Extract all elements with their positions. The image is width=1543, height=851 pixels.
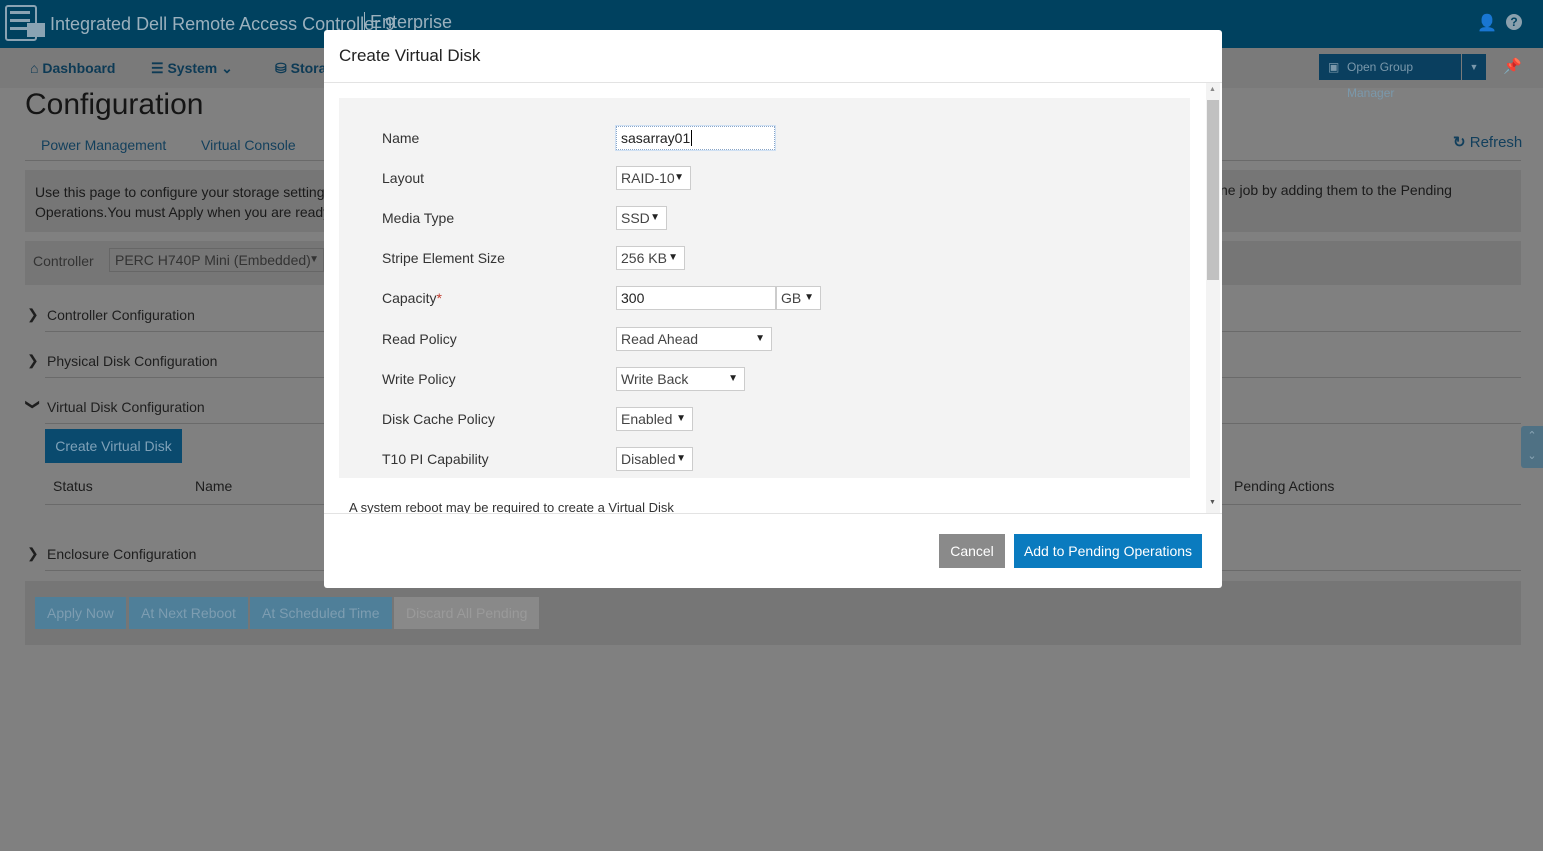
required-marker: * bbox=[436, 290, 442, 306]
scrollbar-thumb[interactable] bbox=[1207, 100, 1219, 280]
nav-storage-label: Storage bbox=[290, 60, 325, 76]
pin-icon[interactable]: 📌 bbox=[1503, 57, 1522, 75]
media-type-select[interactable]: SSD ▼ bbox=[616, 206, 667, 230]
scroll-up-icon[interactable]: ▲ bbox=[1209, 86, 1216, 93]
scroll-up-icon[interactable]: ⌃ bbox=[1521, 426, 1543, 446]
capacity-label: Capacity* bbox=[382, 290, 442, 306]
reboot-note: A system reboot may be required to creat… bbox=[349, 500, 674, 513]
disk-cache-policy-value: Enabled bbox=[621, 411, 673, 427]
tab-power-management[interactable]: Power Management bbox=[41, 137, 166, 153]
group-manager-dropdown[interactable]: ▼ bbox=[1462, 54, 1486, 80]
section-controller-configuration[interactable]: Controller Configuration bbox=[47, 307, 195, 323]
info-text-right: ne job by adding them to the Pending bbox=[1220, 182, 1452, 198]
name-input[interactable]: sasarray01 bbox=[615, 125, 776, 151]
controller-select[interactable]: PERC H740P Mini (Embedded) ▼ bbox=[109, 248, 324, 272]
at-scheduled-time-button[interactable]: At Scheduled Time bbox=[250, 597, 392, 629]
chevron-right-icon[interactable]: ❯ bbox=[27, 306, 39, 323]
disk-cache-policy-select[interactable]: Enabled ▼ bbox=[616, 407, 693, 431]
capacity-unit-select[interactable]: GB ▼ bbox=[776, 286, 821, 310]
write-policy-label: Write Policy bbox=[382, 371, 456, 387]
dialog-scrollbar[interactable]: ▲ ▼ bbox=[1206, 83, 1220, 513]
section-enclosure-configuration[interactable]: Enclosure Configuration bbox=[47, 546, 196, 562]
form-panel: Name sasarray01 Layout RAID-10 ▼ Media Ty… bbox=[339, 98, 1190, 478]
chevron-down-icon[interactable]: ❯ bbox=[24, 399, 41, 411]
stripe-size-select[interactable]: 256 KB ▼ bbox=[616, 246, 685, 270]
read-policy-value: Read Ahead bbox=[621, 331, 699, 347]
column-status: Status bbox=[53, 478, 93, 494]
idrac-logo-icon bbox=[5, 5, 45, 41]
dropdown-arrow-icon: ▼ bbox=[650, 212, 660, 223]
create-virtual-disk-dialog: Create Virtual Disk Name sasarray01 Layo… bbox=[324, 30, 1222, 588]
column-pending-actions: Pending Actions bbox=[1234, 478, 1335, 494]
dropdown-arrow-icon: ▼ bbox=[676, 413, 686, 424]
info-text-2: Operations.You must Apply when you are r… bbox=[35, 204, 331, 220]
nav-storage[interactable]: ⛁ Storage bbox=[275, 60, 325, 77]
controller-value: PERC H740P Mini (Embedded) bbox=[115, 252, 311, 268]
nav-system[interactable]: ☰ System ⌄ bbox=[151, 60, 233, 77]
at-next-reboot-button[interactable]: At Next Reboot bbox=[129, 597, 248, 629]
column-name: Name bbox=[195, 478, 233, 494]
open-group-manager-button[interactable]: ▣ Open Group Manager bbox=[1319, 54, 1461, 100]
scroll-down-icon[interactable]: ⌄ bbox=[1521, 446, 1543, 466]
create-virtual-disk-button[interactable]: Create Virtual Disk bbox=[45, 429, 182, 463]
t10-pi-value: Disabled bbox=[621, 451, 676, 467]
nav-dashboard-label: Dashboard bbox=[42, 60, 116, 76]
dropdown-arrow-icon: ▼ bbox=[676, 453, 686, 464]
nav-dashboard[interactable]: ⌂ Dashboard bbox=[30, 60, 115, 76]
open-group-manager-label: Open Group Manager bbox=[1347, 60, 1414, 100]
help-icon[interactable]: ? bbox=[1506, 14, 1522, 30]
read-policy-label: Read Policy bbox=[382, 331, 457, 347]
chevron-right-icon[interactable]: ❯ bbox=[27, 352, 39, 369]
media-type-value: SSD bbox=[621, 210, 650, 226]
layout-value: RAID-10 bbox=[621, 170, 675, 186]
add-to-pending-operations-button[interactable]: Add to Pending Operations bbox=[1014, 534, 1202, 568]
layout-select[interactable]: RAID-10 ▼ bbox=[616, 166, 691, 190]
info-text-1: Use this page to configure your storage … bbox=[35, 184, 332, 200]
name-value: sasarray01 bbox=[621, 130, 691, 146]
capacity-input[interactable]: 300 bbox=[616, 286, 776, 310]
disk-cache-policy-label: Disk Cache Policy bbox=[382, 411, 495, 427]
t10-pi-select[interactable]: Disabled ▼ bbox=[616, 447, 693, 471]
capacity-label-text: Capacity bbox=[382, 290, 437, 306]
user-icon[interactable]: 👤 bbox=[1477, 13, 1497, 33]
section-physical-disk-configuration[interactable]: Physical Disk Configuration bbox=[47, 353, 217, 369]
refresh-icon: ↻ bbox=[1453, 134, 1466, 151]
cancel-button[interactable]: Cancel bbox=[939, 534, 1005, 568]
stripe-size-value: 256 KB bbox=[621, 250, 667, 266]
dialog-title: Create Virtual Disk bbox=[339, 46, 481, 65]
apply-now-button[interactable]: Apply Now bbox=[35, 597, 126, 629]
dropdown-arrow-icon: ▼ bbox=[309, 254, 319, 265]
dropdown-arrow-icon: ▼ bbox=[804, 292, 814, 303]
dropdown-arrow-icon: ▼ bbox=[668, 252, 678, 263]
building-icon: ▣ bbox=[1328, 60, 1340, 74]
page-title: Configuration bbox=[25, 88, 204, 121]
name-label: Name bbox=[382, 130, 420, 146]
tab-virtual-console[interactable]: Virtual Console bbox=[201, 137, 296, 153]
nav-system-label: System bbox=[167, 60, 218, 76]
discard-all-pending-button[interactable]: Discard All Pending bbox=[394, 597, 540, 629]
section-virtual-disk-configuration[interactable]: Virtual Disk Configuration bbox=[47, 399, 205, 415]
refresh-button[interactable]: ↻ Refresh bbox=[1453, 133, 1522, 151]
t10-pi-label: T10 PI Capability bbox=[382, 451, 489, 467]
media-type-label: Media Type bbox=[382, 210, 455, 226]
scroll-down-icon[interactable]: ▼ bbox=[1209, 499, 1216, 506]
chevron-right-icon[interactable]: ❯ bbox=[27, 545, 39, 562]
write-policy-value: Write Back bbox=[621, 371, 689, 387]
capacity-unit-value: GB bbox=[781, 290, 802, 306]
refresh-label: Refresh bbox=[1469, 134, 1523, 151]
dropdown-arrow-icon: ▼ bbox=[728, 373, 738, 384]
scroll-buttons[interactable]: ⌃ ⌄ bbox=[1521, 426, 1543, 468]
controller-label: Controller bbox=[33, 253, 94, 269]
dropdown-arrow-icon: ▼ bbox=[674, 172, 684, 183]
dialog-body: Name sasarray01 Layout RAID-10 ▼ Media Ty… bbox=[324, 83, 1222, 513]
write-policy-select[interactable]: Write Back ▼ bbox=[616, 367, 745, 391]
stripe-size-label: Stripe Element Size bbox=[382, 250, 505, 266]
read-policy-select[interactable]: Read Ahead ▼ bbox=[616, 327, 772, 351]
dropdown-arrow-icon: ▼ bbox=[755, 333, 765, 344]
layout-label: Layout bbox=[382, 170, 425, 186]
